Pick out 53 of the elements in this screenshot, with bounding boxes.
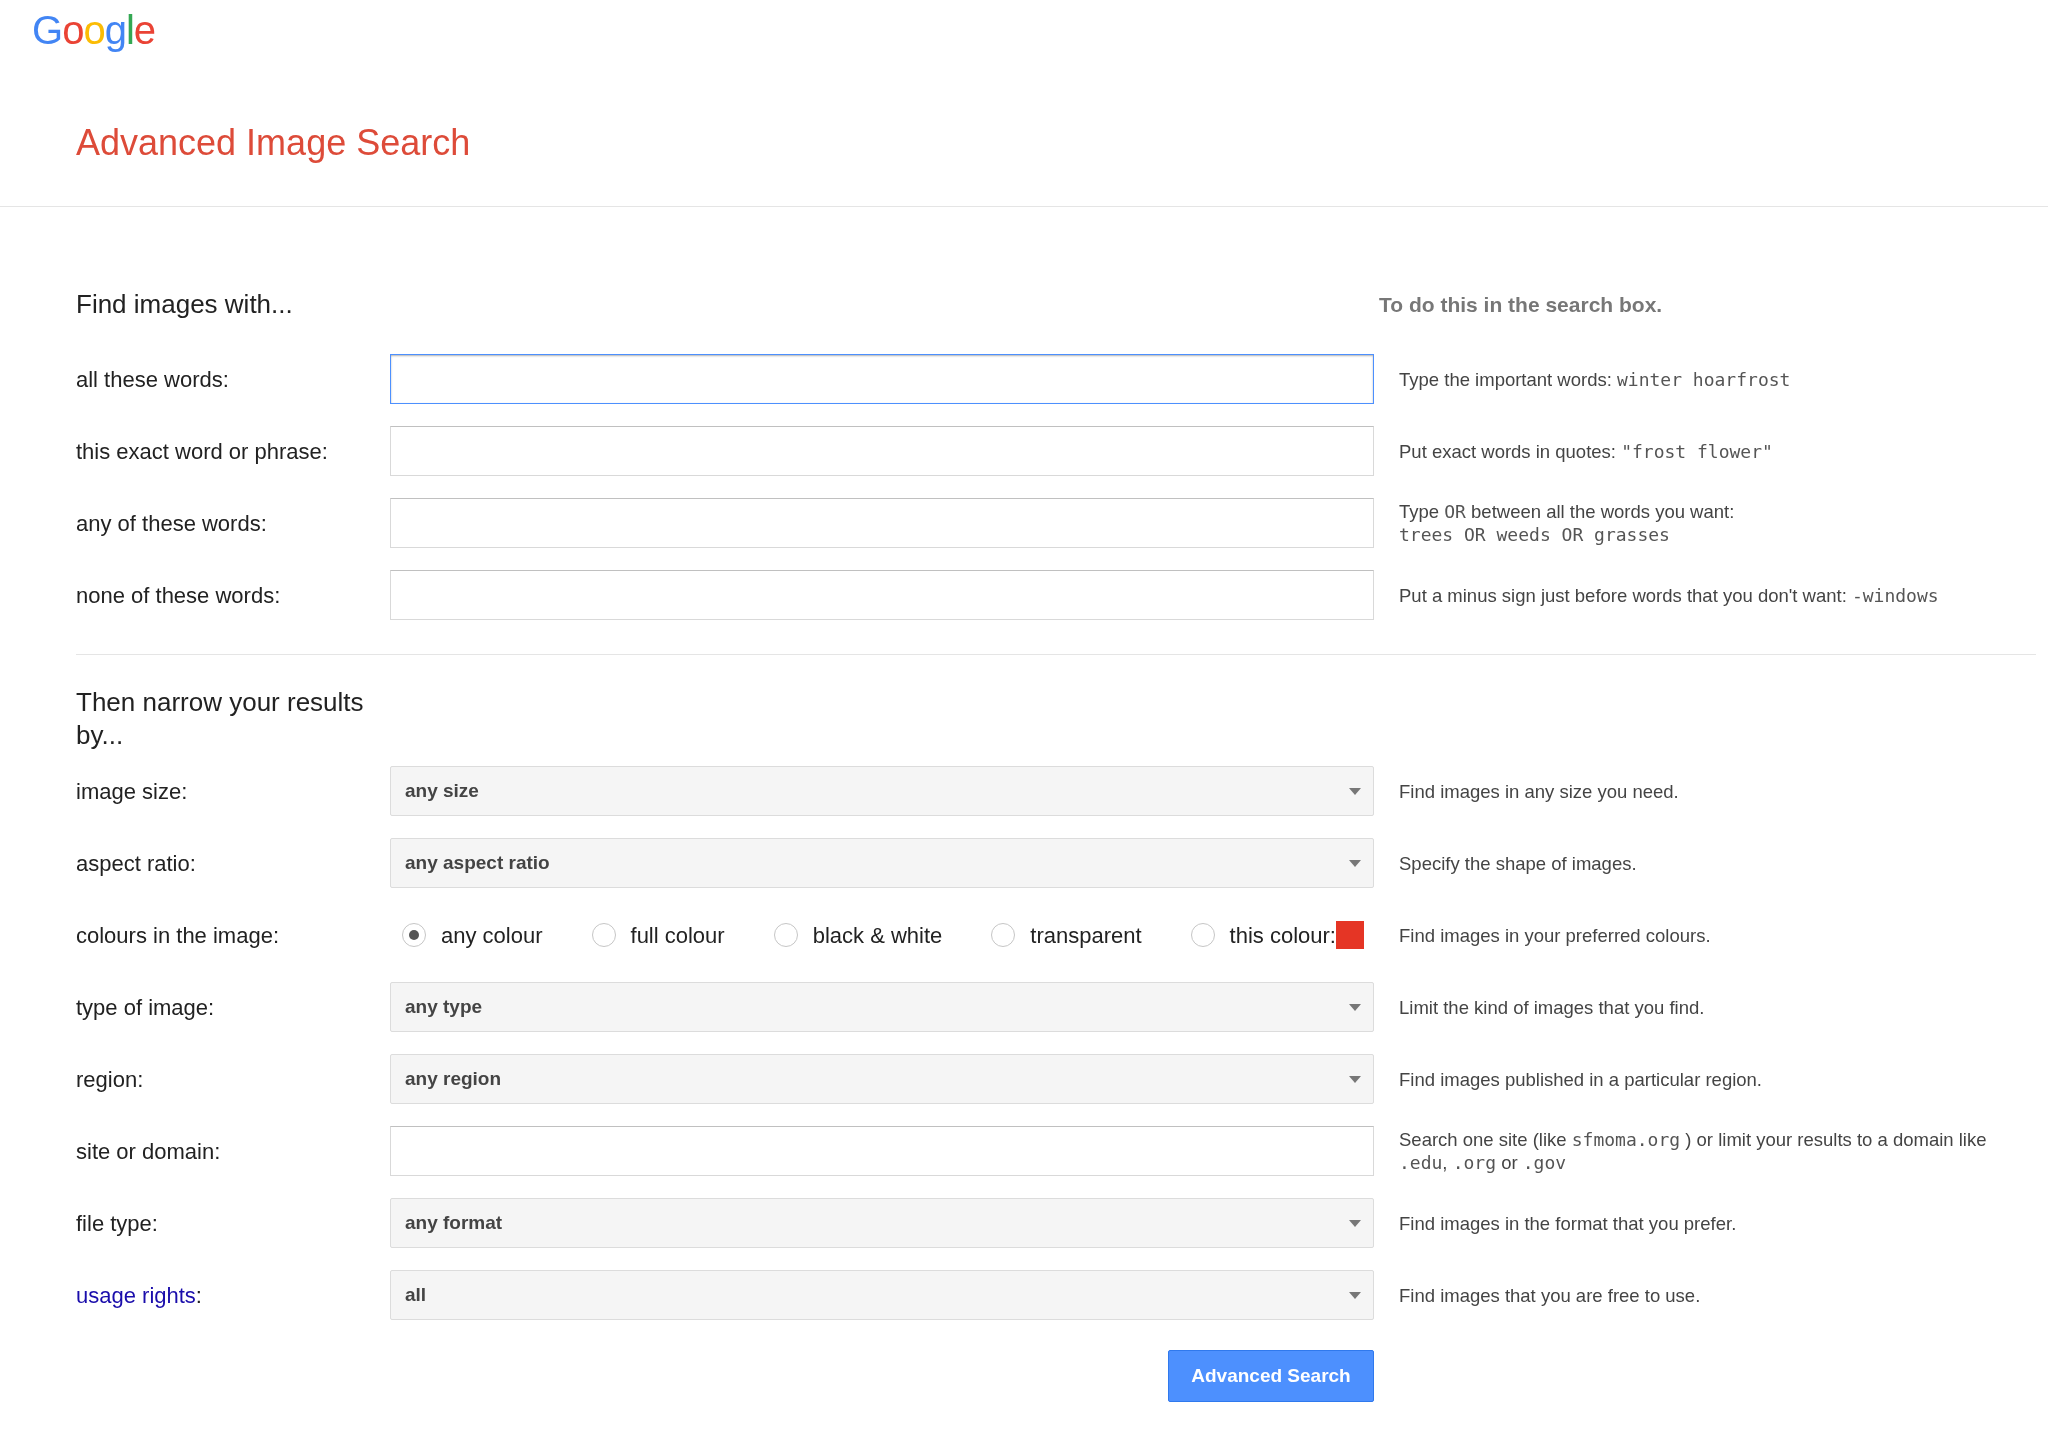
- dropdown[interactable]: any size: [390, 766, 1374, 816]
- google-logo[interactable]: Google: [32, 2, 155, 58]
- radio-option[interactable]: full colour: [591, 918, 725, 952]
- hint-text: Type the important words: winter hoarfrost: [1398, 367, 1792, 391]
- text-input[interactable]: [390, 1126, 1374, 1176]
- dropdown[interactable]: any region: [390, 1054, 1374, 1104]
- text-input[interactable]: [390, 354, 1374, 404]
- hint-text: Search one site (like sfmoma.org ) or limit your results to a domain like .edu, .org or .gov: [1398, 1128, 1988, 1174]
- dropdown[interactable]: all: [390, 1270, 1374, 1320]
- column-heading: To do this in the search box.: [1379, 291, 1663, 318]
- caret-icon: [1349, 788, 1361, 795]
- section-heading: Find images with...: [76, 288, 294, 321]
- text-input[interactable]: [390, 570, 1374, 620]
- page-title: Advanced Image Search: [76, 121, 471, 165]
- usage-rights-link[interactable]: usage rights: [76, 1278, 196, 1312]
- radio-option[interactable]: this colour:: [1190, 918, 1364, 952]
- radio-option[interactable]: any colour: [402, 918, 543, 952]
- dropdown[interactable]: any aspect ratio: [390, 838, 1374, 888]
- field-label: none of these words:: [76, 581, 281, 610]
- hint-text: Find images published in a particular region.: [1398, 1067, 1763, 1091]
- field-label: all these words:: [76, 365, 229, 394]
- text-input[interactable]: [390, 498, 1374, 548]
- section-heading: Then narrow your results by...: [76, 686, 365, 752]
- hint-text: Type OR between all the words you want: trees OR weeds OR grasses: [1398, 500, 1736, 546]
- field-label: type of image:: [76, 993, 215, 1022]
- dropdown[interactable]: any format: [390, 1198, 1374, 1248]
- dropdown[interactable]: any type: [390, 982, 1374, 1032]
- caret-icon: [1349, 1004, 1361, 1011]
- hint-text: Limit the kind of images that you find.: [1398, 995, 1706, 1019]
- hint-text: Put a minus sign just before words that you don't want: -windows: [1398, 583, 1940, 607]
- radio-option[interactable]: black & white: [773, 918, 943, 952]
- hint-text: Find images in any size you need.: [1398, 779, 1680, 803]
- field-label: image size:: [76, 777, 188, 806]
- hint-text: Specify the shape of images.: [1398, 851, 1638, 875]
- field-label: aspect ratio:: [76, 849, 196, 878]
- field-label: site or domain:: [76, 1137, 221, 1166]
- field-label: :: [195, 1281, 202, 1310]
- colour-swatch[interactable]: [1336, 921, 1364, 949]
- field-label: file type:: [76, 1209, 158, 1238]
- caret-icon: [1349, 1292, 1361, 1299]
- hint-text: Find images that you are free to use.: [1398, 1283, 1702, 1307]
- field-label: this exact word or phrase:: [76, 437, 328, 466]
- radio-option[interactable]: transparent: [991, 918, 1142, 952]
- hint-text: Find images in your preferred colours.: [1398, 923, 1712, 947]
- caret-icon: [1349, 1076, 1361, 1083]
- field-label: any of these words:: [76, 509, 267, 538]
- caret-icon: [1349, 1220, 1361, 1227]
- hint-text: Put exact words in quotes: "frost flower": [1398, 439, 1774, 463]
- text-input[interactable]: [390, 426, 1374, 476]
- field-label: colours in the image:: [76, 921, 279, 950]
- caret-icon: [1349, 860, 1361, 867]
- hint-text: Find images in the format that you prefer.: [1398, 1211, 1738, 1235]
- field-label: region:: [76, 1065, 144, 1094]
